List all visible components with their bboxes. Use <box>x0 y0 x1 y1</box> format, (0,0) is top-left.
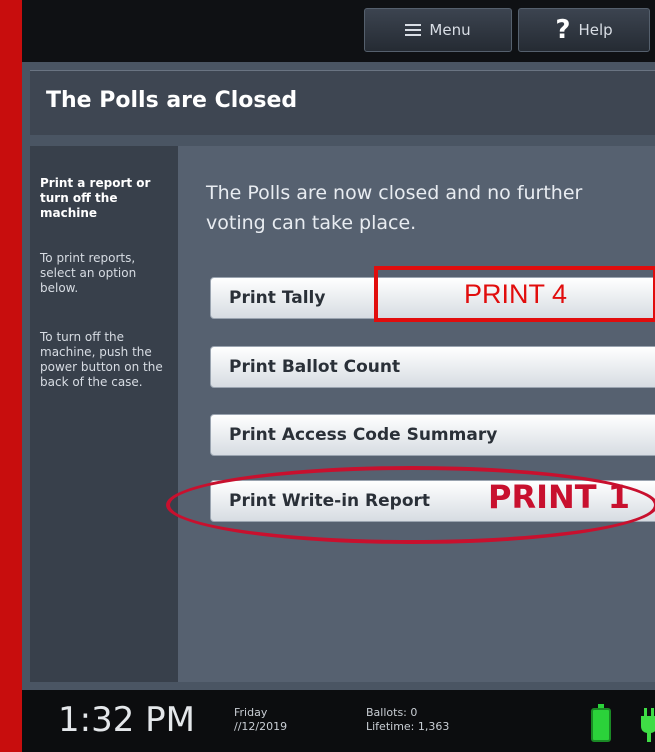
ballots-count: Ballots: 0 <box>366 706 418 719</box>
status-bar: 1:32 PM Friday //12/2019 Ballots: 0 Life… <box>22 690 655 752</box>
sidebar-power-instructions: To turn off the machine, push the power … <box>40 330 163 389</box>
day-label: Friday <box>234 706 268 719</box>
instructions-sidebar: Print a report or turn off the machine T… <box>30 146 178 682</box>
top-bar: Menu ? Help <box>22 0 655 62</box>
lifetime-count: Lifetime: 1,363 <box>366 720 450 733</box>
sidebar-heading: Print a report or turn off the machine <box>40 176 151 220</box>
print-access-code-summary-label: Print Access Code Summary <box>229 425 498 445</box>
sidebar-print-instructions: To print reports, select an option below… <box>40 251 137 295</box>
print-1-annotation-label: PRINT 1 <box>488 478 631 516</box>
print-ballot-count-button[interactable]: Print Ballot Count <box>210 346 655 388</box>
menu-icon <box>405 24 422 36</box>
ballot-counts: Ballots: 0 Lifetime: 1,363 <box>366 706 449 734</box>
page-title: The Polls are Closed <box>46 88 298 113</box>
voting-machine-screen: Menu ? Help The Polls are Closed Print a… <box>22 0 655 752</box>
print-ballot-count-label: Print Ballot Count <box>229 357 401 377</box>
print-4-annotation: PRINT 4 <box>374 266 655 322</box>
help-label: Help <box>578 21 613 39</box>
help-button[interactable]: ? Help <box>518 8 650 52</box>
help-icon: ? <box>555 15 571 45</box>
print-access-code-summary-button[interactable]: Print Access Code Summary <box>210 414 655 456</box>
clock: 1:32 PM <box>58 700 195 740</box>
power-plug-icon <box>641 708 655 742</box>
menu-label: Menu <box>429 21 471 39</box>
polls-closed-message: The Polls are now closed and no further … <box>206 182 583 234</box>
date-display: Friday //12/2019 <box>234 706 287 734</box>
title-bar: The Polls are Closed <box>30 70 655 135</box>
battery-icon <box>591 704 611 742</box>
main-panel: The Polls are now closed and no further … <box>178 146 655 682</box>
menu-button[interactable]: Menu <box>364 8 512 52</box>
print-4-annotation-label: PRINT 4 <box>463 278 568 309</box>
print-tally-label: Print Tally <box>229 288 326 308</box>
date-label: //12/2019 <box>234 720 288 733</box>
